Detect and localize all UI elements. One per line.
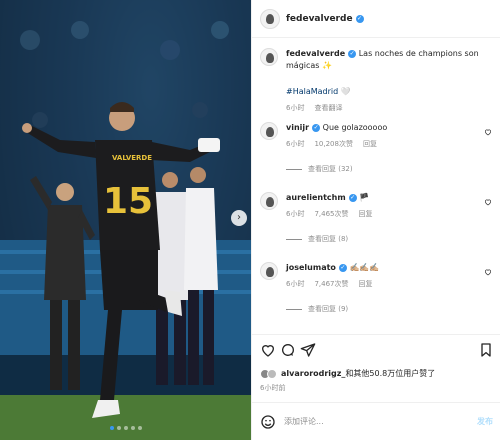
post-panel: fedevalverde ✓ fedevalverde ✓ Las noches … xyxy=(251,0,500,440)
post-timestamp: 6小时前 xyxy=(260,384,286,392)
comment-item: vinijr ✓ Que golazooooo 6小时 10,208次赞 回复 查… xyxy=(260,122,496,174)
verified-badge-icon: ✓ xyxy=(338,263,347,272)
verified-badge-icon: ✓ xyxy=(348,49,357,58)
like-comment-heart-icon[interactable] xyxy=(484,198,492,206)
post-caption: fedevalverde ✓ Las noches de champions so… xyxy=(260,48,496,114)
comment-avatar[interactable] xyxy=(260,262,278,280)
caption-username[interactable]: fedevalverde xyxy=(286,49,345,58)
reply-link[interactable]: 回复 xyxy=(363,138,377,150)
comment-likes[interactable]: 10,208次赞 xyxy=(314,138,353,150)
photo-illustration: 15 VALVERDE xyxy=(0,0,251,440)
carousel-dots xyxy=(110,426,142,430)
jersey-number: 15 xyxy=(103,181,153,222)
comment-username[interactable]: aurelientchm xyxy=(286,193,346,202)
sparkle-emoji: ✨ xyxy=(322,61,332,70)
verified-badge-icon: ✓ xyxy=(348,193,357,202)
carousel-dot xyxy=(131,426,135,430)
verified-badge-icon: ✓ xyxy=(355,14,364,23)
hashtag-link[interactable]: #HalaMadrid xyxy=(286,87,338,96)
like-comment-heart-icon[interactable] xyxy=(484,268,492,276)
comment-avatar[interactable] xyxy=(260,192,278,210)
translate-link[interactable]: 查看翻译 xyxy=(314,102,342,114)
author-username[interactable]: fedevalverde xyxy=(286,14,353,24)
carousel-dot xyxy=(138,426,142,430)
like-heart-icon[interactable] xyxy=(260,342,276,358)
liker-username[interactable]: alvarorodrigz_ xyxy=(281,369,345,378)
emoji-icon[interactable] xyxy=(260,414,276,430)
comment-time: 6小时 xyxy=(286,210,305,218)
comment-item: aurelientchm ✓ 🏴 6小时 7,465次赞 回复 查看回复 (8) xyxy=(260,192,496,244)
verified-badge-icon: ✓ xyxy=(312,123,321,132)
reply-link[interactable]: 回复 xyxy=(359,208,373,220)
share-paper-plane-icon[interactable] xyxy=(300,342,316,358)
comment-time: 6小时 xyxy=(286,140,305,148)
comment-avatar[interactable] xyxy=(260,122,278,140)
post-comment-button[interactable]: 发布 xyxy=(477,416,493,427)
view-replies-link[interactable]: 查看回复 (9) xyxy=(286,304,496,314)
comment-likes[interactable]: 7,467次赞 xyxy=(314,278,348,290)
reply-link[interactable]: 回复 xyxy=(359,278,373,290)
author-avatar[interactable] xyxy=(260,8,280,29)
comment-time: 6小时 xyxy=(286,280,305,288)
caption-hashtag-line: #HalaMadrid 🤍 xyxy=(286,86,496,98)
likes-summary[interactable]: alvarorodrigz_和其他50.8万位用户赞了 xyxy=(260,368,435,379)
chevron-right-icon: › xyxy=(237,212,241,223)
white-heart-emoji: 🤍 xyxy=(340,87,351,96)
comment-bubble-icon[interactable] xyxy=(280,342,296,358)
caption-avatar[interactable] xyxy=(260,48,278,66)
action-bar xyxy=(252,334,500,364)
post-header: fedevalverde ✓ xyxy=(252,0,500,38)
carousel-next-button[interactable]: › xyxy=(231,210,247,226)
likes-count-text: 和其他50.8万位用户赞了 xyxy=(345,369,436,378)
caption-time: 6小时 xyxy=(286,104,305,112)
view-replies-link[interactable]: 查看回复 (32) xyxy=(286,164,496,174)
liker-avatar xyxy=(267,368,277,379)
post-photo[interactable]: 15 VALVERDE › xyxy=(0,0,251,440)
comment-item: joselumato ✓ ✍🏼✍🏼✍🏼 6小时 7,467次赞 回复 查看回复 (… xyxy=(260,262,496,314)
comment-username[interactable]: vinijr xyxy=(286,123,309,132)
comment-text: Que golazooooo xyxy=(322,123,388,132)
jersey-name: VALVERDE xyxy=(112,154,152,162)
save-bookmark-icon[interactable] xyxy=(478,342,494,358)
comment-likes[interactable]: 7,465次赞 xyxy=(314,208,348,220)
carousel-dot xyxy=(110,426,114,430)
carousel-dot xyxy=(124,426,128,430)
view-replies-link[interactable]: 查看回复 (8) xyxy=(286,234,496,244)
comment-text: 🏴 xyxy=(359,193,370,202)
comment-text: ✍🏼✍🏼✍🏼 xyxy=(349,263,380,272)
comment-username[interactable]: joselumato xyxy=(286,263,336,272)
comment-input[interactable] xyxy=(284,417,477,426)
carousel-dot xyxy=(117,426,121,430)
add-comment-bar: 发布 xyxy=(252,402,500,440)
like-comment-heart-icon[interactable] xyxy=(484,128,492,136)
